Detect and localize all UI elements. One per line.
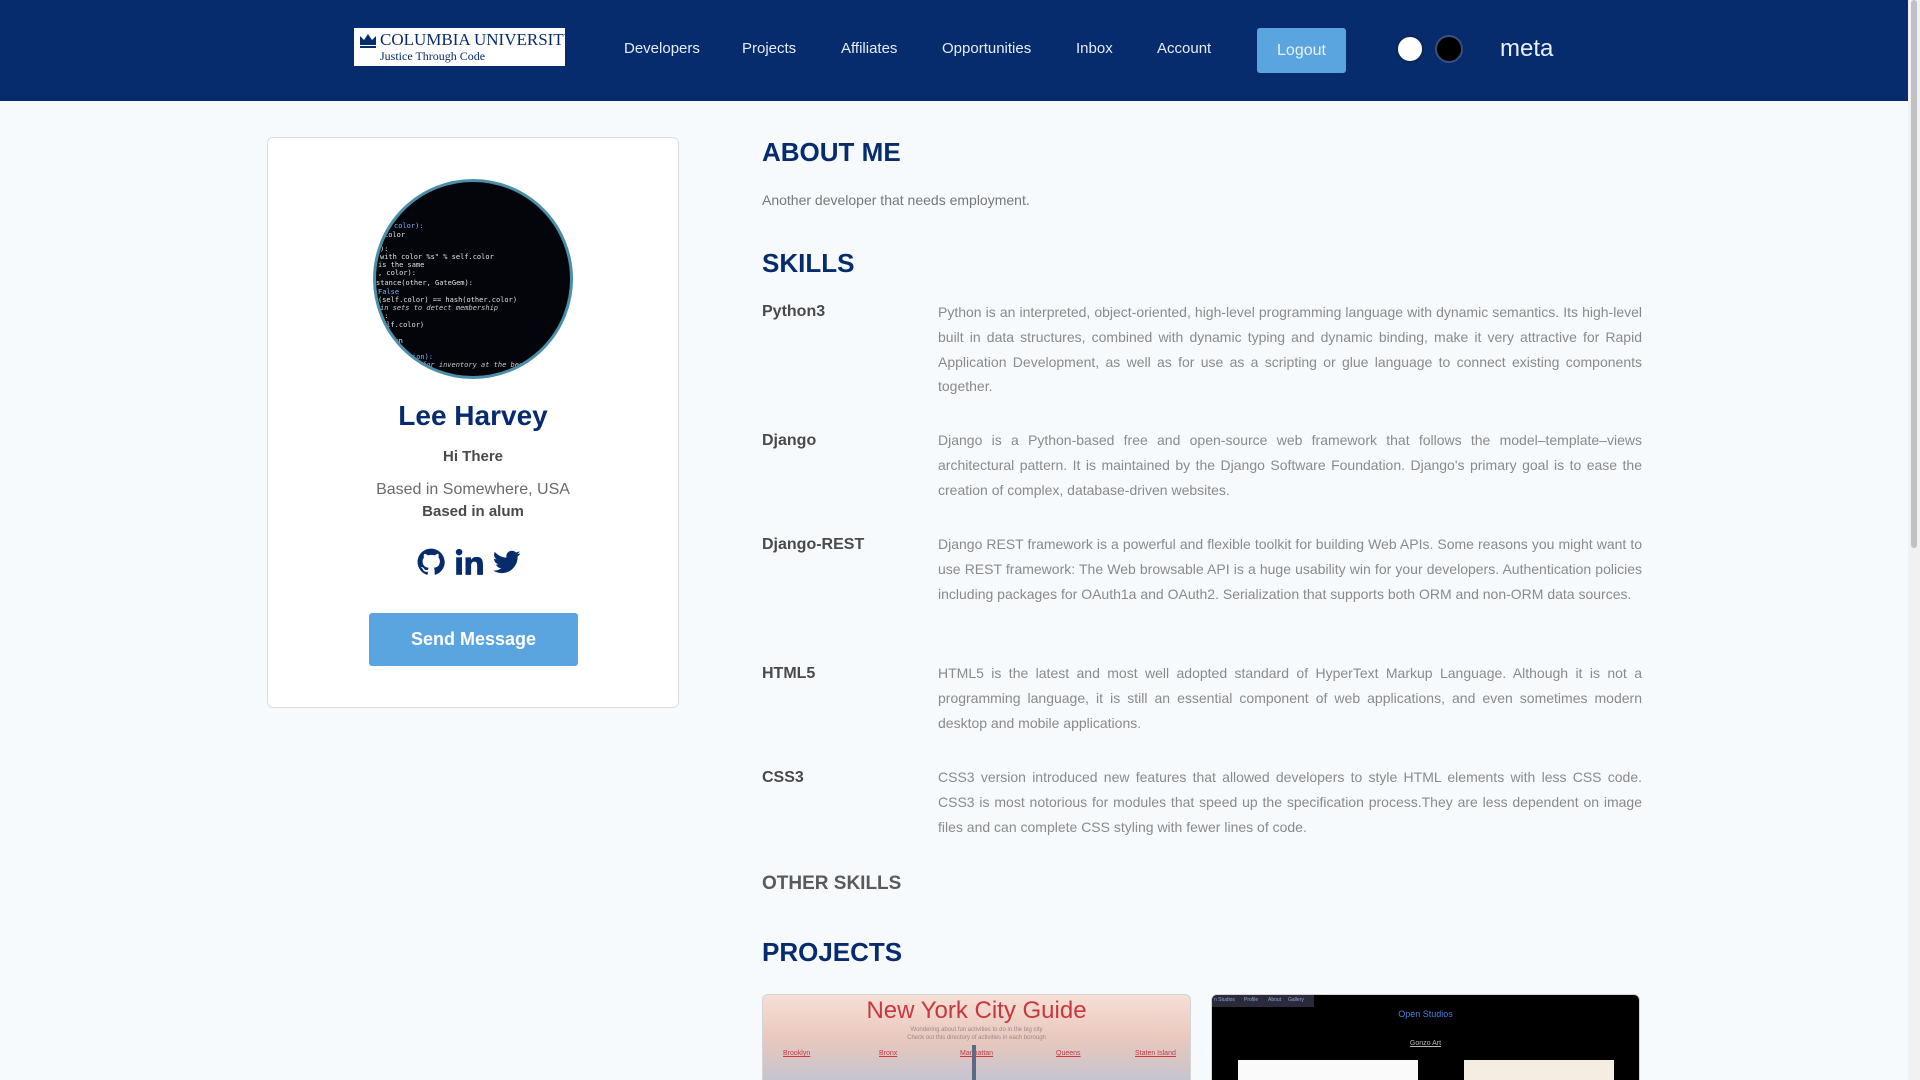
mini-nav-item: Gallery — [1288, 997, 1304, 1003]
light-theme-toggle[interactable] — [1396, 35, 1424, 63]
avatar-code-line: ion): — [412, 353, 434, 361]
skill-description: Python is an interpreted, object-oriente… — [938, 304, 1642, 395]
page-scrollbar[interactable] — [1908, 0, 1920, 1080]
profile-name: Lee Harvey — [398, 400, 548, 431]
artwork-thumbnail — [1238, 1060, 1418, 1080]
nav-opportunities[interactable]: Opportunities — [942, 40, 1031, 57]
avatar-code-line: color): — [394, 222, 424, 230]
skill-name: HTML5 — [762, 665, 816, 682]
skill-description: Django REST framework is a powerful and … — [938, 536, 1642, 602]
borough-link-manhattan[interactable]: Manhattan — [960, 1050, 993, 1057]
project-card-nyc-guide[interactable]: New York City Guide Wondering about fun … — [762, 994, 1191, 1080]
twitter-icon[interactable] — [493, 548, 521, 576]
avatar: color): color ): with color %s" % self.c… — [373, 179, 573, 379]
avatar-code-line: elf.color) — [382, 321, 425, 329]
project-title: Open Studios — [1398, 1009, 1453, 1019]
columbia-logo[interactable]: COLUMBIA UNIVERSITY Justice Through Code — [354, 28, 576, 66]
mini-nav-item: Profile — [1244, 997, 1259, 1003]
avatar-code-line: in sets to detect membership — [380, 304, 499, 312]
logo-line-2: Justice Through Code — [380, 49, 486, 63]
mini-nav-item: About — [1268, 997, 1282, 1003]
about-text: Another developer that needs employment. — [762, 192, 1030, 208]
nav-account[interactable]: Account — [1157, 40, 1211, 57]
linkedin-icon[interactable] — [455, 548, 483, 576]
skill-description: CSS3 version introduced new features tha… — [938, 769, 1642, 835]
logout-button[interactable]: Logout — [1257, 28, 1346, 73]
send-message-button[interactable]: Send Message — [369, 613, 578, 666]
skill-description: Django is a Python-based free and open-s… — [938, 432, 1642, 498]
profile-location: Based in Somewhere, USA — [376, 481, 570, 498]
project-mini-navbar: n Studios Profile About Gallery — [1212, 995, 1314, 1007]
crown-icon — [360, 34, 376, 48]
borough-link-bronx[interactable]: Bronx — [879, 1050, 897, 1057]
skills-heading: SKILLS — [762, 248, 855, 278]
social-links — [417, 548, 529, 578]
avatar-code-line: , color): — [378, 269, 416, 277]
avatar-code-line: ): — [380, 245, 389, 253]
github-icon[interactable] — [417, 548, 445, 576]
project-card-open-studios[interactable]: n Studios Profile About Gallery Open Stu… — [1211, 994, 1640, 1080]
avatar-code-line: stance(other, GateGem): — [376, 279, 473, 287]
skill-name: Django-REST — [762, 536, 865, 553]
skill-name: Python3 — [762, 303, 826, 320]
mini-nav-item: n Studios — [1214, 997, 1235, 1003]
artwork-thumbnail — [1464, 1060, 1614, 1080]
profile-alum: Based in alum — [422, 503, 524, 520]
avatar-code-line: False — [378, 288, 400, 296]
avatar-code-line: tion — [386, 337, 403, 345]
skyline-tower — [972, 1045, 976, 1080]
skill-name: Django — [762, 432, 817, 449]
skill-name: CSS3 — [762, 769, 804, 786]
borough-link-brooklyn[interactable]: Brooklyn — [783, 1050, 810, 1057]
profile-card: color): color ): with color %s" % self.c… — [267, 137, 679, 708]
project-title: New York City Guide — [866, 997, 1087, 1024]
brand-name[interactable]: meta — [1500, 35, 1553, 63]
profile-tagline: Hi There — [442, 448, 503, 465]
avatar-code-line: color — [384, 231, 406, 239]
nav-developers[interactable]: Developers — [624, 40, 700, 57]
project-artist-link: Gonzo Art — [1409, 1040, 1442, 1047]
nav-inbox[interactable]: Inbox — [1076, 40, 1113, 57]
borough-link-queens[interactable]: Queens — [1056, 1050, 1081, 1057]
skill-description: HTML5 is the latest and most well adopte… — [938, 665, 1642, 731]
other-skills-heading: OTHER SKILLS — [762, 873, 902, 894]
avatar-code-line: is the same — [378, 261, 425, 269]
avatar-code-line: ): — [380, 312, 389, 320]
project-subtitle: Check out this directory of activities i… — [907, 1035, 1046, 1041]
scrollbar-thumb[interactable] — [1911, 0, 1917, 548]
borough-link-staten-island[interactable]: Staten Island — [1135, 1050, 1176, 1057]
nav-affiliates[interactable]: Affiliates — [841, 40, 897, 57]
about-heading: ABOUT ME — [762, 137, 901, 167]
avatar-code-line: (self.color) == hash(other.color) — [378, 296, 518, 304]
project-subtitle: Wondering about fun activities to do in … — [910, 1027, 1043, 1033]
projects-heading: PROJECTS — [762, 937, 903, 967]
nav-projects[interactable]: Projects — [742, 40, 796, 57]
logo-line-1: COLUMBIA UNIVERSITY — [380, 30, 576, 49]
avatar-code-line: with color %s" % self.color — [380, 253, 494, 261]
dark-theme-toggle[interactable] — [1435, 35, 1463, 63]
avatar-code-line: for inventory at the begin — [422, 361, 532, 369]
top-navbar: COLUMBIA UNIVERSITY Justice Through Code… — [0, 0, 1908, 101]
